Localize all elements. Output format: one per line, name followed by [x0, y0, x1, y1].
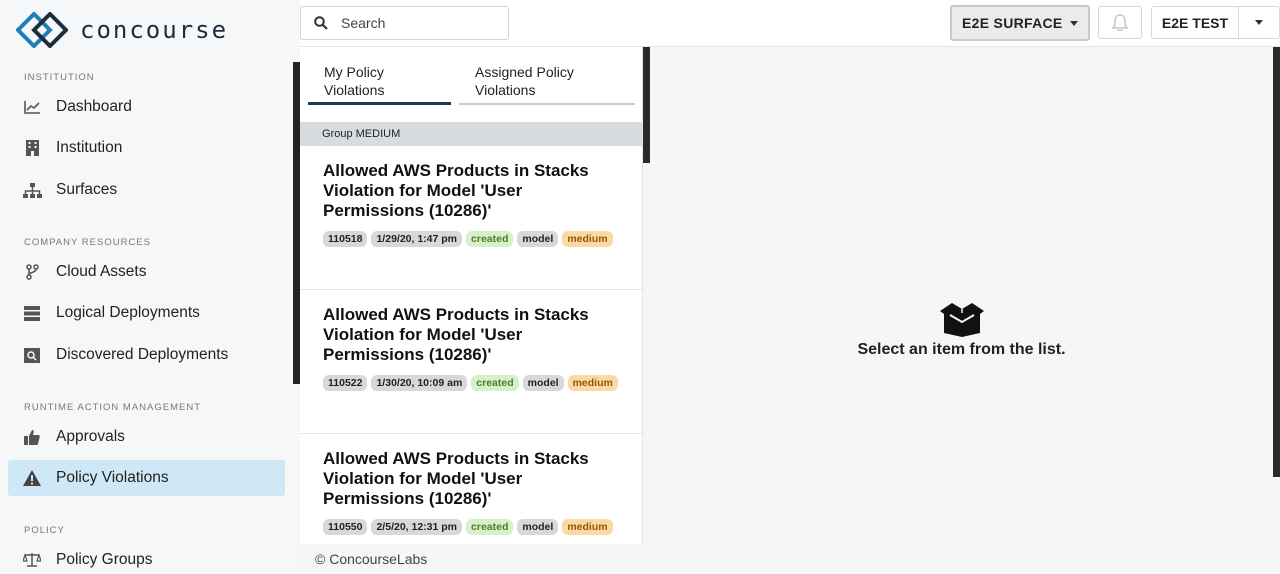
tab-assigned-policy-violations[interactable]: Assigned Policy Violations [475, 63, 574, 99]
violation-title: Allowed AWS Products in Stacks Violation… [323, 161, 589, 220]
sidebar-item-dashboard[interactable]: Dashboard [8, 89, 285, 125]
sidebar-item-label: Dashboard [56, 98, 132, 115]
sidebar-item-surfaces[interactable]: Surfaces [8, 172, 285, 208]
id-badge: 110518 [323, 231, 368, 247]
bell-icon [1112, 13, 1128, 31]
id-badge: 110522 [323, 375, 368, 391]
type-badge: model [517, 519, 559, 535]
top-bar: E2E SURFACE E2E TEST [300, 0, 1280, 47]
severity-badge: medium [562, 231, 613, 247]
search-box [300, 6, 509, 40]
status-badge: created [466, 519, 514, 535]
date-badge: 1/29/20, 1:47 pm [371, 231, 463, 247]
sidebar-item-label: Logical Deployments [56, 304, 200, 321]
tab-inactive-indicator [459, 103, 635, 105]
server-icon [22, 303, 42, 323]
list-item[interactable]: Allowed AWS Products in Stacks Violation… [300, 290, 642, 434]
severity-badge: medium [562, 519, 613, 535]
sidebar-item-approvals[interactable]: Approvals [8, 419, 285, 455]
search-server-icon [22, 345, 42, 365]
scroll-indicator-left [293, 62, 300, 384]
sidebar-item-label: Policy Groups [56, 551, 153, 568]
notifications-button[interactable] [1098, 6, 1142, 39]
sidebar-item-policy-groups[interactable]: Policy Groups [8, 542, 285, 574]
detail-panel: Select an item from the list. [650, 47, 1273, 544]
tab-label-line: My Policy [324, 64, 384, 80]
user-menu[interactable]: E2E TEST [1151, 6, 1280, 39]
sidebar-item-discovered-deployments[interactable]: Discovered Deployments [8, 337, 285, 373]
sidebar-item-label: Cloud Assets [56, 263, 147, 280]
surface-selector-button[interactable]: E2E SURFACE [950, 5, 1090, 41]
list-item[interactable]: Allowed AWS Products in Stacks Violation… [300, 434, 642, 544]
code-branch-icon [22, 262, 42, 282]
sidebar-item-cloud-assets[interactable]: Cloud Assets [8, 254, 285, 290]
detail-scrollbar[interactable] [1273, 47, 1280, 477]
status-badge: created [471, 375, 519, 391]
section-title-company-resources: COMPANY RESOURCES [24, 237, 151, 248]
list-scrollbar[interactable] [643, 47, 650, 163]
sidebar-item-label: Approvals [56, 428, 125, 445]
date-badge: 2/5/20, 12:31 pm [371, 519, 463, 535]
sidebar-item-label: Discovered Deployments [56, 346, 229, 363]
sidebar-item-logical-deployments[interactable]: Logical Deployments [8, 295, 285, 331]
list-item[interactable]: Allowed AWS Products in Stacks Violation… [300, 146, 642, 290]
type-badge: model [517, 231, 559, 247]
tag-list: 110522 1/30/20, 10:09 am created model m… [323, 375, 623, 393]
user-menu-toggle[interactable] [1239, 20, 1279, 25]
footer: © ConcourseLabs [300, 544, 1280, 574]
warning-icon [22, 468, 42, 488]
caret-down-icon [1255, 20, 1263, 25]
id-badge: 110550 [323, 519, 368, 535]
tag-list: 110518 1/29/20, 1:47 pm created model me… [323, 231, 623, 249]
tag-list: 110550 2/5/20, 12:31 pm created model me… [323, 519, 623, 537]
type-badge: model [522, 375, 564, 391]
concourse-logo-icon [16, 12, 68, 48]
caret-down-icon [1070, 20, 1078, 26]
sidebar-item-institution[interactable]: Institution [8, 130, 285, 166]
app-logo[interactable]: concourse [16, 12, 228, 48]
open-box-icon [940, 303, 984, 337]
building-icon [22, 138, 42, 158]
search-input[interactable] [341, 15, 491, 31]
status-badge: created [466, 231, 514, 247]
copyright-text: © ConcourseLabs [315, 551, 428, 567]
sidebar-item-label: Policy Violations [56, 469, 169, 486]
thumbs-up-icon [22, 427, 42, 447]
section-title-institution: INSTITUTION [24, 72, 95, 83]
sidebar-item-policy-violations[interactable]: Policy Violations [8, 460, 285, 496]
sidebar-item-label: Institution [56, 139, 123, 156]
user-menu-label: E2E TEST [1161, 14, 1229, 31]
search-icon [301, 16, 341, 30]
group-header: Group MEDIUM [300, 122, 642, 146]
violations-list-panel: My Policy Violations Assigned Policy Vio… [300, 47, 643, 544]
balance-scale-icon [22, 550, 42, 570]
chart-line-icon [22, 97, 42, 117]
tab-label-line: Violations [475, 82, 536, 98]
app-name: concourse [80, 16, 229, 44]
section-title-policy: POLICY [24, 525, 65, 536]
sitemap-icon [22, 180, 42, 200]
tab-active-indicator [308, 102, 451, 105]
sidebar-item-label: Surfaces [56, 181, 118, 198]
tab-my-policy-violations[interactable]: My Policy Violations [324, 63, 384, 99]
violation-title: Allowed AWS Products in Stacks Violation… [323, 305, 589, 364]
sidebar: concourse INSTITUTION Dashboard Institut… [0, 0, 300, 574]
section-title-runtime-action-management: RUNTIME ACTION MANAGEMENT [24, 402, 202, 413]
date-badge: 1/30/20, 10:09 am [371, 375, 468, 391]
tab-label-line: Assigned Policy [475, 64, 574, 80]
severity-badge: medium [567, 375, 618, 391]
empty-state-text: Select an item from the list. [857, 341, 1066, 358]
violation-title: Allowed AWS Products in Stacks Violation… [323, 449, 589, 508]
surface-selector-label: E2E SURFACE [962, 15, 1063, 31]
tab-label-line: Violations [324, 82, 385, 98]
